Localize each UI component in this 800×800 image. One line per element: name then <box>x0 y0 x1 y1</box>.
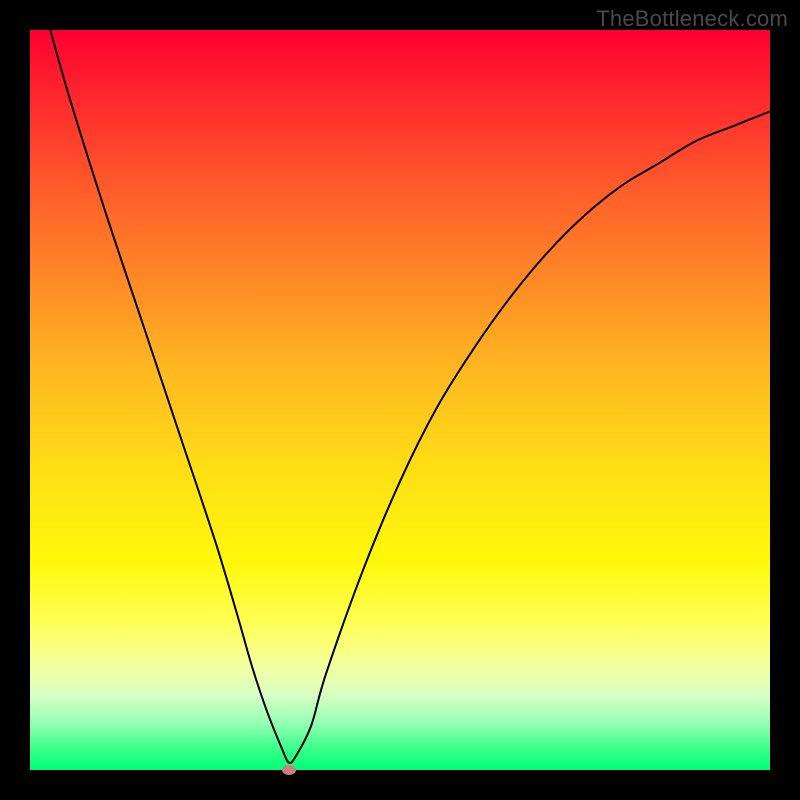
bottleneck-curve <box>30 30 770 770</box>
watermark-text: TheBottleneck.com <box>596 6 788 32</box>
minimum-marker <box>282 765 296 775</box>
plot-area <box>30 30 770 770</box>
chart-frame: TheBottleneck.com <box>0 0 800 800</box>
